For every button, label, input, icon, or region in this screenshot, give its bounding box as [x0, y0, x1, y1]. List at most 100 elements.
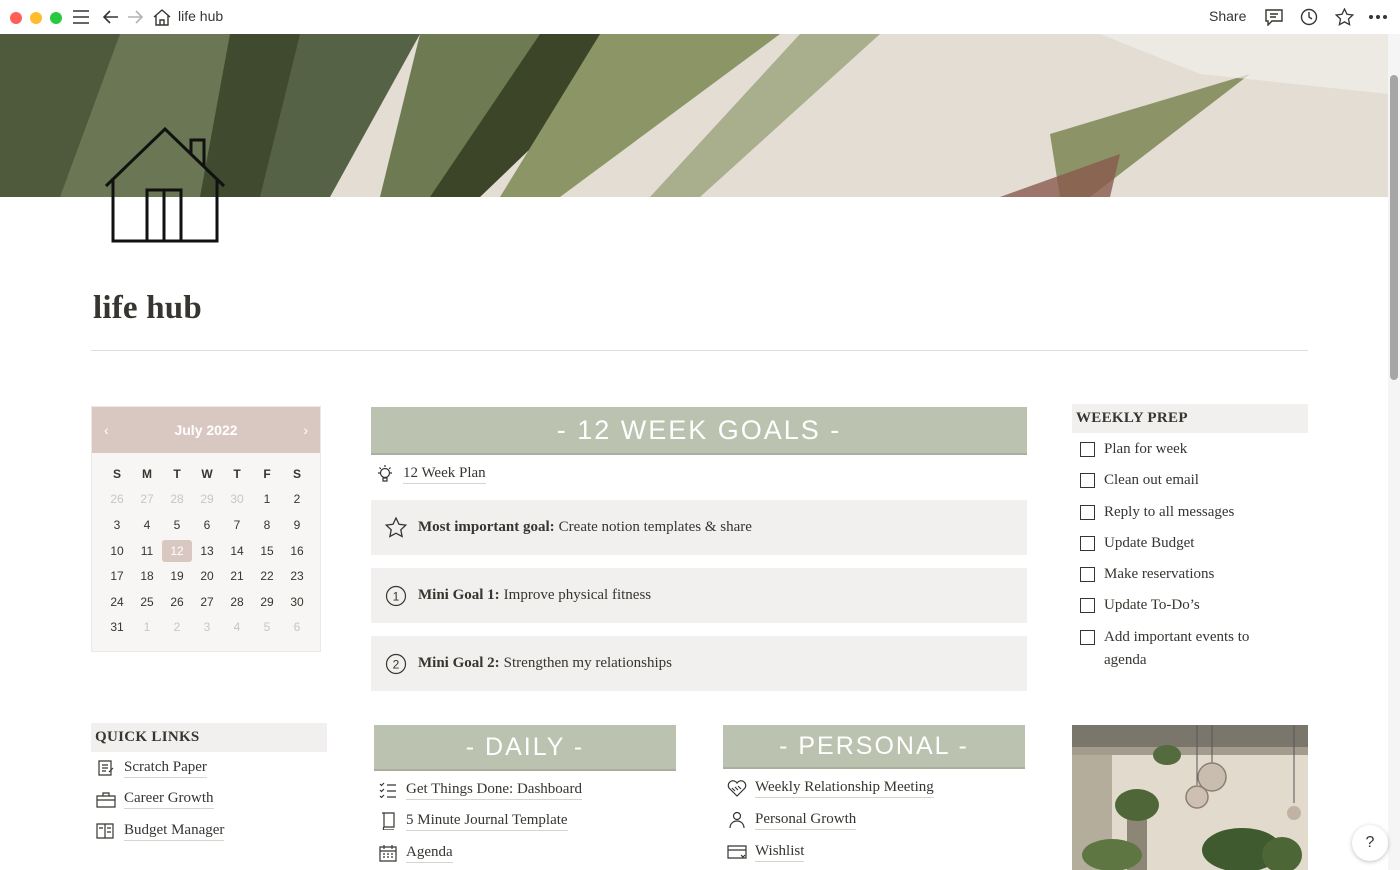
page-title[interactable]: life hub [93, 290, 202, 327]
link-label: Scratch Paper [124, 759, 207, 778]
todo-item[interactable]: Update To-Do’s [1080, 594, 1280, 617]
weekday-header: F [263, 466, 271, 481]
handshake-heart-icon [727, 778, 747, 798]
checkbox[interactable] [1080, 536, 1095, 551]
calendar-day[interactable]: 6 [192, 512, 222, 538]
calendar-day[interactable]: 24 [102, 589, 132, 615]
checkbox[interactable] [1080, 567, 1095, 582]
breadcrumb-page-title[interactable]: life hub [178, 8, 223, 24]
help-button[interactable]: ? [1352, 825, 1388, 861]
calendar-day[interactable]: 16 [282, 538, 312, 564]
forward-arrow-icon[interactable] [124, 6, 146, 28]
minimize-window-button[interactable] [30, 12, 42, 24]
history-clock-icon[interactable] [1298, 6, 1320, 28]
vertical-scrollbar-thumb[interactable] [1390, 75, 1398, 380]
back-arrow-icon[interactable] [100, 6, 122, 28]
mini-goal-2-label: Mini Goal 2: [418, 655, 500, 671]
daily-link-journal[interactable]: 5 Minute Journal Template [378, 811, 568, 831]
calendar-day[interactable]: 13 [192, 538, 222, 564]
calendar-day[interactable]: 29 [192, 487, 222, 513]
briefcase-icon [96, 789, 116, 809]
calendar-day[interactable]: 15 [252, 538, 282, 564]
zoom-window-button[interactable] [50, 12, 62, 24]
calendar-day[interactable]: 8 [252, 512, 282, 538]
calendar-day[interactable]: 1 [132, 615, 162, 641]
calendar-day[interactable]: 30 [222, 487, 252, 513]
calendar-day[interactable]: 27 [132, 487, 162, 513]
mini-goal-1-callout[interactable]: 1 Mini Goal 1: Improve physical fitness [371, 568, 1027, 623]
calendar-day[interactable]: 6 [282, 615, 312, 641]
calendar-day[interactable]: 17 [102, 563, 132, 589]
link-label: Career Growth [124, 790, 214, 809]
calendar-day[interactable]: 23 [282, 563, 312, 589]
calendar-day[interactable]: 19 [162, 563, 192, 589]
calendar-day[interactable]: 3 [102, 512, 132, 538]
page-house-icon[interactable] [103, 126, 227, 244]
calendar-day[interactable]: 2 [282, 487, 312, 513]
calendar-day[interactable]: 30 [282, 589, 312, 615]
calendar-day[interactable]: 10 [102, 538, 132, 564]
quick-link-budget-manager[interactable]: Budget Manager [96, 821, 225, 841]
mini-goal-1-label: Mini Goal 1: [418, 587, 500, 603]
calendar-day[interactable]: 11 [132, 538, 162, 564]
calendar-day[interactable]: 18 [132, 563, 162, 589]
calendar-day[interactable]: 20 [192, 563, 222, 589]
calendar-day[interactable]: 1 [252, 487, 282, 513]
twelve-week-plan-link[interactable]: 12 Week Plan [375, 464, 486, 484]
calendar-day[interactable]: 3 [192, 615, 222, 641]
comment-icon[interactable] [1263, 6, 1285, 28]
todo-item[interactable]: Reply to all messages [1080, 501, 1280, 524]
main-goal-callout[interactable]: Most important goal: Create notion templ… [371, 500, 1027, 555]
share-button[interactable]: Share [1209, 8, 1246, 24]
checkbox[interactable] [1080, 630, 1095, 645]
calendar-day[interactable]: 26 [102, 487, 132, 513]
personal-link-wishlist[interactable]: Wishlist [727, 842, 805, 862]
calendar-day[interactable]: 5 [162, 512, 192, 538]
calendar-day[interactable]: 26 [162, 589, 192, 615]
todo-item[interactable]: Make reservations [1080, 563, 1280, 586]
todo-item[interactable]: Plan for week [1080, 438, 1280, 461]
calendar-day[interactable]: 4 [132, 512, 162, 538]
link-label: 5 Minute Journal Template [406, 812, 568, 831]
personal-link-growth[interactable]: Personal Growth [727, 810, 857, 830]
todo-item[interactable]: Clean out email [1080, 469, 1280, 492]
calendar-day[interactable]: 29 [252, 589, 282, 615]
calendar-day[interactable]: 22 [252, 563, 282, 589]
calendar-day[interactable]: 28 [222, 589, 252, 615]
calendar-day[interactable]: 7 [222, 512, 252, 538]
personal-link-relationship-meeting[interactable]: Weekly Relationship Meeting [727, 778, 934, 798]
svg-text:2: 2 [393, 657, 400, 671]
checkbox[interactable] [1080, 473, 1095, 488]
calendar-day[interactable]: 27 [192, 589, 222, 615]
quick-link-scratch-paper[interactable]: Scratch Paper [96, 758, 207, 778]
calendar-day[interactable]: 25 [132, 589, 162, 615]
close-window-button[interactable] [10, 12, 22, 24]
link-label: Wishlist [755, 843, 805, 862]
mini-goal-2-callout[interactable]: 2 Mini Goal 2: Strengthen my relationshi… [371, 636, 1027, 691]
calendar-day[interactable]: 5 [252, 615, 282, 641]
quick-link-career-growth[interactable]: Career Growth [96, 789, 214, 809]
more-options-icon[interactable] [1367, 6, 1389, 28]
calendar-icon [378, 843, 398, 863]
checkbox[interactable] [1080, 598, 1095, 613]
chevron-left-icon[interactable]: ‹ [104, 422, 109, 438]
calendar-day[interactable]: 12 [162, 538, 192, 564]
todo-label: Update Budget [1104, 535, 1195, 551]
todo-item[interactable]: Update Budget [1080, 532, 1280, 555]
calendar-day[interactable]: 14 [222, 538, 252, 564]
chevron-right-icon[interactable]: › [303, 422, 308, 438]
calendar-day[interactable]: 21 [222, 563, 252, 589]
checkbox[interactable] [1080, 505, 1095, 520]
checkbox[interactable] [1080, 442, 1095, 457]
calendar-day[interactable]: 4 [222, 615, 252, 641]
todo-label: Reply to all messages [1104, 504, 1235, 520]
calendar-day[interactable]: 2 [162, 615, 192, 641]
calendar-day[interactable]: 31 [102, 615, 132, 641]
daily-link-dashboard[interactable]: Get Things Done: Dashboard [378, 780, 582, 800]
star-favorite-icon[interactable] [1333, 6, 1355, 28]
calendar-day[interactable]: 9 [282, 512, 312, 538]
sidebar-menu-icon[interactable] [70, 6, 92, 28]
calendar-day[interactable]: 28 [162, 487, 192, 513]
daily-link-agenda[interactable]: Agenda [378, 843, 453, 863]
todo-item[interactable]: Add important events to agenda [1080, 626, 1270, 672]
